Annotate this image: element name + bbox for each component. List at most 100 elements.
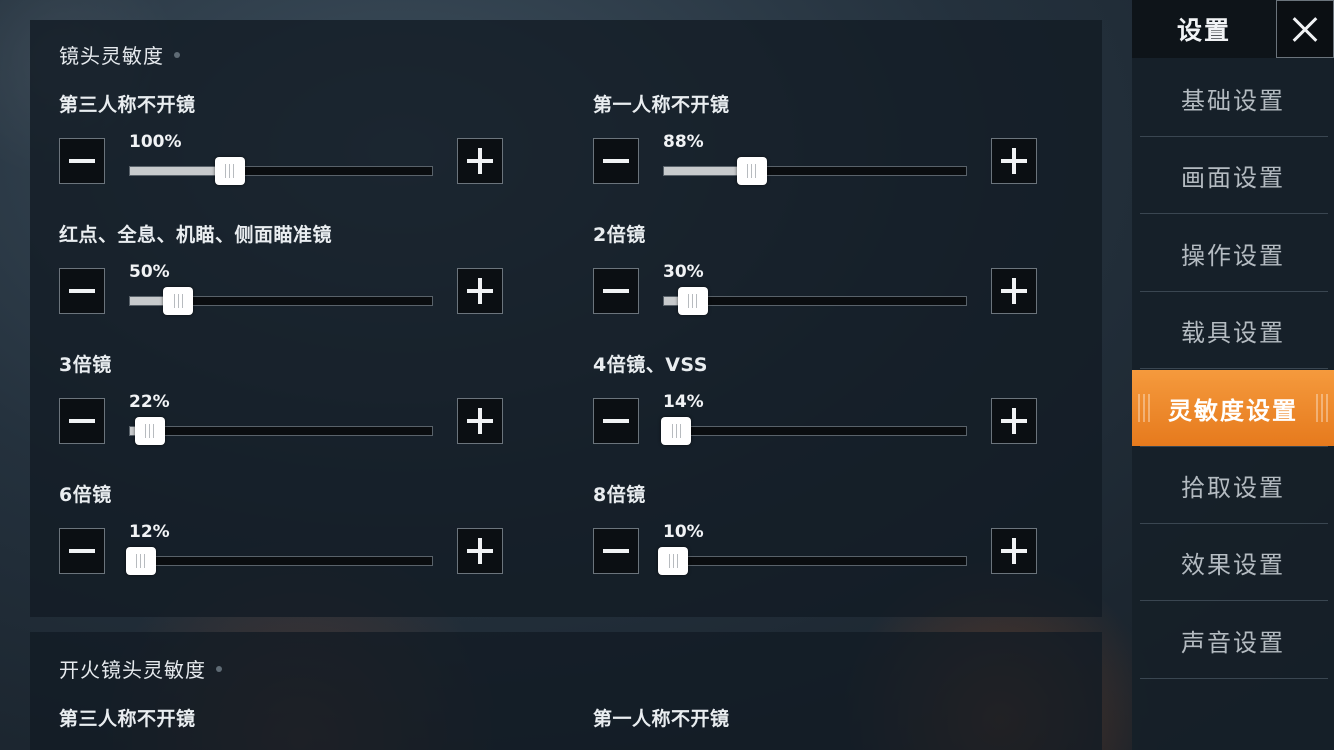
minus-icon [69, 289, 95, 293]
slider-handle[interactable] [163, 287, 194, 315]
grip-line [233, 164, 235, 178]
increase-button[interactable] [457, 528, 503, 574]
grip-line [688, 294, 690, 308]
plus-icon-stroke [478, 148, 482, 174]
grip-line [140, 554, 142, 568]
minus-icon [603, 159, 629, 163]
sidebar-item-label: 载具设置 [1181, 318, 1285, 347]
grip-line [1321, 394, 1323, 422]
minus-icon [69, 159, 95, 163]
slider-track[interactable] [663, 287, 967, 315]
slider-label: 红点、全息、机瞄、侧面瞄准镜 [59, 224, 333, 246]
grip-line [676, 554, 678, 568]
increase-button[interactable] [991, 268, 1037, 314]
plus-icon-stroke [478, 408, 482, 434]
section-dot [174, 51, 180, 58]
settings-title: 设置 [1176, 16, 1231, 45]
grip-line [755, 164, 757, 178]
close-button[interactable] [1276, 0, 1334, 58]
fire-label-third-person: 第三人称不开镜 [59, 708, 196, 730]
increase-button[interactable] [457, 138, 503, 184]
section-title-camera: 镜头灵敏度 [59, 40, 180, 69]
increase-button[interactable] [991, 138, 1037, 184]
slider-handle[interactable] [214, 157, 245, 185]
slider-handle[interactable] [134, 417, 165, 445]
slider-value: 30% [663, 262, 704, 282]
slider-label: 8倍镜 [593, 484, 646, 506]
grip-line [173, 294, 175, 308]
grip-line [145, 424, 147, 438]
slider-track[interactable] [661, 417, 967, 445]
plus-icon-stroke [478, 538, 482, 564]
sidebar-item-label: 拾取设置 [1181, 473, 1285, 502]
increase-button[interactable] [457, 268, 503, 314]
slider-track[interactable] [663, 157, 967, 185]
sidebar-item[interactable]: 声音设置 [1132, 602, 1334, 678]
section-title-fire-camera: 开火镜头灵敏度 [59, 654, 222, 683]
slider-handle[interactable] [125, 547, 156, 575]
slider-track[interactable] [129, 417, 433, 445]
slider-value: 12% [129, 522, 170, 542]
slider-handle[interactable] [658, 547, 689, 575]
sidebar-item[interactable]: 基础设置 [1132, 60, 1334, 136]
grip-line [177, 294, 179, 308]
increase-button[interactable] [991, 528, 1037, 574]
increase-button[interactable] [991, 398, 1037, 444]
decrease-button[interactable] [593, 398, 639, 444]
grip-line [144, 554, 146, 568]
slider-label: 6倍镜 [59, 484, 112, 506]
sidebar-item-label: 灵敏度设置 [1168, 396, 1298, 425]
grip-line [181, 294, 183, 308]
fire-label-first-person: 第一人称不开镜 [593, 708, 730, 730]
slider-track[interactable] [658, 547, 967, 575]
slider-handle[interactable] [736, 157, 767, 185]
slider-label: 4倍镜、VSS [593, 354, 708, 376]
plus-icon-stroke [1012, 538, 1016, 564]
slider-label: 第一人称不开镜 [593, 94, 730, 116]
grip-line [1143, 394, 1145, 422]
grip-line [1148, 394, 1150, 422]
minus-icon [603, 289, 629, 293]
grip-line [696, 294, 698, 308]
plus-icon-stroke [1012, 278, 1016, 304]
slider-track[interactable] [129, 287, 433, 315]
sidebar-item[interactable]: 效果设置 [1132, 524, 1334, 600]
slider-track[interactable] [125, 547, 433, 575]
grip-line [751, 164, 753, 178]
decrease-button[interactable] [593, 528, 639, 574]
fire-camera-sensitivity-panel [30, 632, 1102, 750]
decrease-button[interactable] [593, 138, 639, 184]
sidebar-item-label: 基础设置 [1181, 86, 1285, 115]
sidebar-divider [1140, 600, 1328, 601]
sidebar-item[interactable]: 载具设置 [1132, 292, 1334, 368]
grip-line [149, 424, 151, 438]
sidebar-item[interactable]: 灵敏度设置 [1132, 370, 1334, 446]
slider-track[interactable] [129, 157, 433, 185]
sidebar-item-label: 声音设置 [1181, 628, 1285, 657]
slider-label: 2倍镜 [593, 224, 646, 246]
sidebar-item-label: 效果设置 [1181, 550, 1285, 579]
grip-line [136, 554, 138, 568]
slider-value: 88% [663, 132, 704, 152]
grip-line [1326, 394, 1328, 422]
plus-icon-stroke [478, 278, 482, 304]
slider-handle[interactable] [661, 417, 692, 445]
increase-button[interactable] [457, 398, 503, 444]
decrease-button[interactable] [59, 138, 105, 184]
sidebar-item[interactable]: 操作设置 [1132, 215, 1334, 291]
grip-line [668, 554, 670, 568]
grip-line [675, 424, 677, 438]
decrease-button[interactable] [59, 398, 105, 444]
decrease-button[interactable] [593, 268, 639, 314]
sidebar-item[interactable]: 画面设置 [1132, 137, 1334, 213]
sidebar-item[interactable]: 拾取设置 [1132, 447, 1334, 523]
sidebar-item-label: 操作设置 [1181, 241, 1285, 270]
section-dot [216, 665, 222, 672]
grip-line [153, 424, 155, 438]
grip-line [1138, 394, 1140, 422]
decrease-button[interactable] [59, 528, 105, 574]
slider-handle[interactable] [677, 287, 708, 315]
slider-label: 第三人称不开镜 [59, 94, 196, 116]
decrease-button[interactable] [59, 268, 105, 314]
slider-value: 10% [663, 522, 704, 542]
